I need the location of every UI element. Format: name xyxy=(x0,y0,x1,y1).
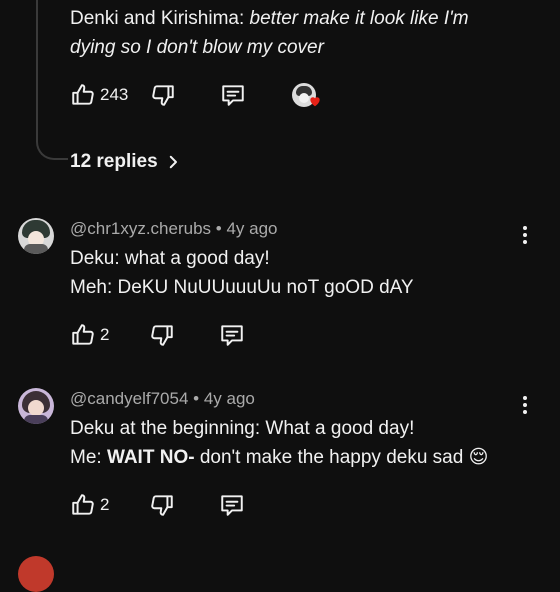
comment-text-line: Deku: what a good day! xyxy=(70,248,270,269)
view-replies-button[interactable]: 12 replies xyxy=(70,151,182,173)
like-button[interactable]: 2 xyxy=(70,322,109,348)
text-bold: WAIT NO- xyxy=(106,447,195,468)
top-comment-prefix: Denki and Kirishima: xyxy=(70,8,250,29)
more-vert-icon xyxy=(523,396,527,400)
like-count: 2 xyxy=(100,325,110,344)
thumbs-up-icon xyxy=(72,494,94,515)
thumbs-down-icon xyxy=(152,85,175,106)
heart-icon xyxy=(310,97,321,107)
like-count: 243 xyxy=(100,85,129,104)
comment-author[interactable]: @chr1xyz.cherubs xyxy=(70,219,211,238)
more-options-button[interactable] xyxy=(515,391,535,419)
comment-actions: 2 xyxy=(70,321,245,349)
reply-button[interactable] xyxy=(219,492,245,518)
avatar[interactable] xyxy=(18,218,54,254)
meta-separator: • xyxy=(188,389,204,408)
top-comment-actions: 243 xyxy=(70,81,322,109)
comment-age: 4y ago xyxy=(226,219,278,238)
dislike-button[interactable] xyxy=(150,82,176,108)
chevron-right-icon xyxy=(169,155,177,169)
replies-label: 12 replies xyxy=(70,151,158,172)
comment-author[interactable]: @candyelf7054 xyxy=(70,389,188,408)
avatar[interactable] xyxy=(18,556,54,592)
top-comment-line1: Denki and Kirishima: better make it look… xyxy=(70,4,469,34)
thumbs-down-icon xyxy=(151,495,174,516)
more-vert-icon xyxy=(523,226,527,230)
comment-text-line-2: Me: WAIT NO- don't make the happy deku s… xyxy=(70,443,488,473)
comment-icon xyxy=(222,85,245,106)
relieved-face-emoji: 😌 xyxy=(468,447,489,468)
comment-age: 4y ago xyxy=(203,389,255,408)
comment-header: @chr1xyz.cherubs • 4y ago xyxy=(70,219,277,239)
text-suffix: don't make the happy deku sad xyxy=(194,447,469,468)
reply-button[interactable] xyxy=(219,322,245,348)
like-button[interactable]: 243 xyxy=(70,82,128,108)
comment-text-line: Meh: DeKU NuUUuuuUu noT goOD dAY xyxy=(70,277,414,298)
comment-header: @candyelf7054 • 4y ago xyxy=(70,389,255,409)
avatar[interactable] xyxy=(18,388,54,424)
comment-actions: 2 xyxy=(70,491,245,519)
comment-text-line: Deku at the beginning: What a good day! xyxy=(70,418,415,439)
reply-thread-line xyxy=(36,0,68,160)
thumbs-down-icon xyxy=(151,325,174,346)
reply-button[interactable] xyxy=(220,82,246,108)
thumbs-up-icon xyxy=(72,324,94,345)
thumbs-up-icon xyxy=(72,84,94,105)
top-comment-italic-1: better make it look like I'm xyxy=(249,8,469,29)
top-comment-line2: dying so I don't blow my cover xyxy=(70,37,324,58)
comment-icon xyxy=(221,495,244,516)
like-count: 2 xyxy=(100,495,110,514)
text-prefix: Me: xyxy=(70,447,107,468)
like-button[interactable]: 2 xyxy=(70,492,109,518)
comment-icon xyxy=(221,325,244,346)
more-options-button[interactable] xyxy=(515,221,535,249)
meta-separator: • xyxy=(211,219,227,238)
dislike-button[interactable] xyxy=(149,492,175,518)
creator-heart xyxy=(292,80,322,110)
dislike-button[interactable] xyxy=(149,322,175,348)
